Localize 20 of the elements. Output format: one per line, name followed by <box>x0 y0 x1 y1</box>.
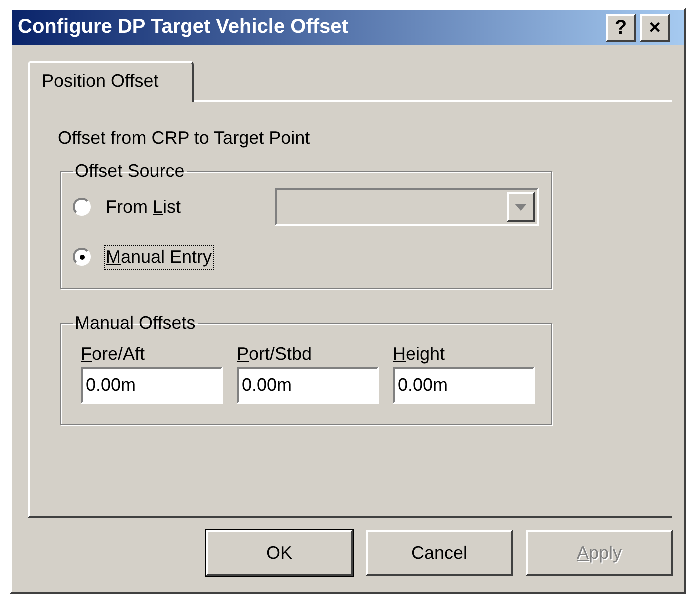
field-label: Fore/Aft <box>81 344 146 365</box>
tab[interactable]: Position Offset <box>28 61 194 102</box>
help-button[interactable]: ? <box>606 14 636 42</box>
offset-input[interactable]: 0.00m <box>393 367 535 404</box>
group-title: Offset Source <box>74 161 186 182</box>
group-title: Manual Offsets <box>74 313 197 334</box>
offset-input[interactable]: 0.00m <box>237 367 379 404</box>
window-title: Configure DP Target Vehicle Offset <box>18 16 348 39</box>
close-button[interactable]: × <box>640 14 670 42</box>
dialog-button[interactable]: OK <box>206 530 353 576</box>
radio-label[interactable]: Manual Entry <box>105 246 214 268</box>
radio-button[interactable] <box>73 248 91 266</box>
dropdown-arrow-icon <box>515 204 527 210</box>
field-label: Port/Stbd <box>237 344 314 365</box>
description-text: Offset from CRP to Target Point <box>58 128 312 149</box>
field-label: Height <box>393 344 446 365</box>
offset-input[interactable]: 0.00m <box>81 367 223 404</box>
dialog-button[interactable]: Cancel <box>366 530 513 576</box>
radio-button[interactable] <box>73 198 91 216</box>
radio-label[interactable]: From List <box>105 196 182 218</box>
